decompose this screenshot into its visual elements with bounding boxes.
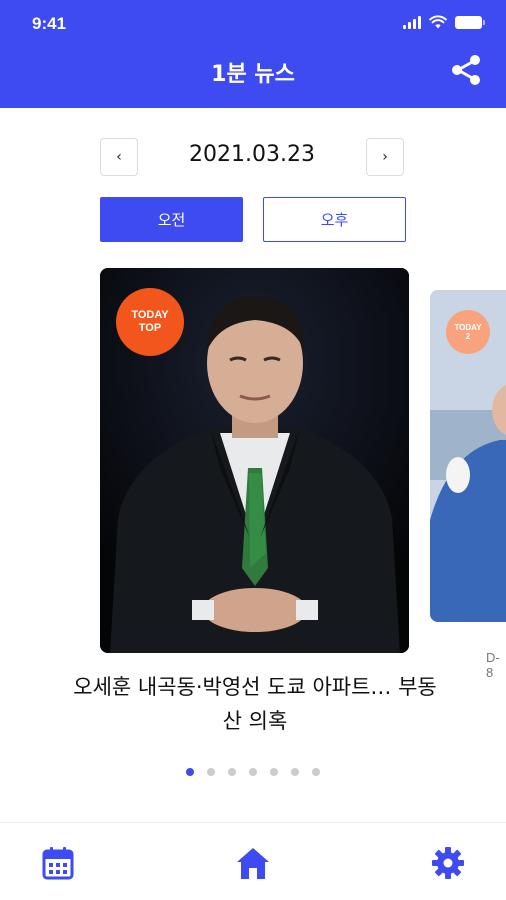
badge-line2: TOP	[138, 322, 162, 334]
today-top-badge: TODAY TOP	[116, 288, 184, 356]
app-header: 9:41 1분 뉴스	[0, 0, 506, 108]
tab-am[interactable]: 오전	[100, 197, 243, 242]
pagination-dot[interactable]	[249, 768, 257, 776]
news-headline[interactable]: 오세훈 내곡동·박영선 도쿄 아파트… 부동산 의혹	[70, 670, 440, 738]
gear-icon	[432, 847, 464, 879]
tab-home[interactable]	[233, 843, 273, 883]
next-card-label: D-8	[486, 650, 500, 680]
prev-date-button[interactable]: ‹	[100, 138, 138, 176]
bottom-nav	[0, 822, 506, 900]
news-card-next[interactable]: TODAY 2	[430, 290, 506, 622]
battery-icon	[455, 15, 485, 29]
today-2-badge: TODAY 2	[446, 310, 490, 354]
status-time: 9:41	[32, 14, 67, 33]
pagination-dot[interactable]	[291, 768, 299, 776]
badge-line1: TODAY	[454, 322, 482, 332]
signal-icon	[403, 15, 421, 29]
next-date-button[interactable]: ›	[366, 138, 404, 176]
pagination-dot[interactable]	[270, 768, 278, 776]
home-icon	[237, 848, 269, 879]
share-button[interactable]	[448, 52, 484, 88]
pagination-dot[interactable]	[186, 768, 194, 776]
tab-settings[interactable]	[428, 843, 468, 883]
badge-line1: TODAY	[131, 309, 169, 322]
status-icons	[403, 14, 485, 30]
pagination-dot[interactable]	[207, 768, 215, 776]
page-title: 1분 뉴스	[211, 62, 295, 87]
badge-line2: 2	[465, 332, 471, 341]
tab-pm[interactable]: 오후	[263, 197, 406, 242]
wifi-icon	[429, 15, 447, 29]
date-navigator: ‹ 2021.03.23 ›	[0, 138, 506, 176]
news-card-top[interactable]: TODAY TOP	[100, 268, 409, 653]
calendar-icon	[42, 847, 74, 880]
carousel-pagination	[0, 768, 506, 776]
current-date: 2021.03.23	[189, 142, 315, 167]
tab-calendar[interactable]	[38, 843, 78, 883]
pagination-dot[interactable]	[312, 768, 320, 776]
pagination-dot[interactable]	[228, 768, 236, 776]
share-icon	[452, 55, 480, 85]
